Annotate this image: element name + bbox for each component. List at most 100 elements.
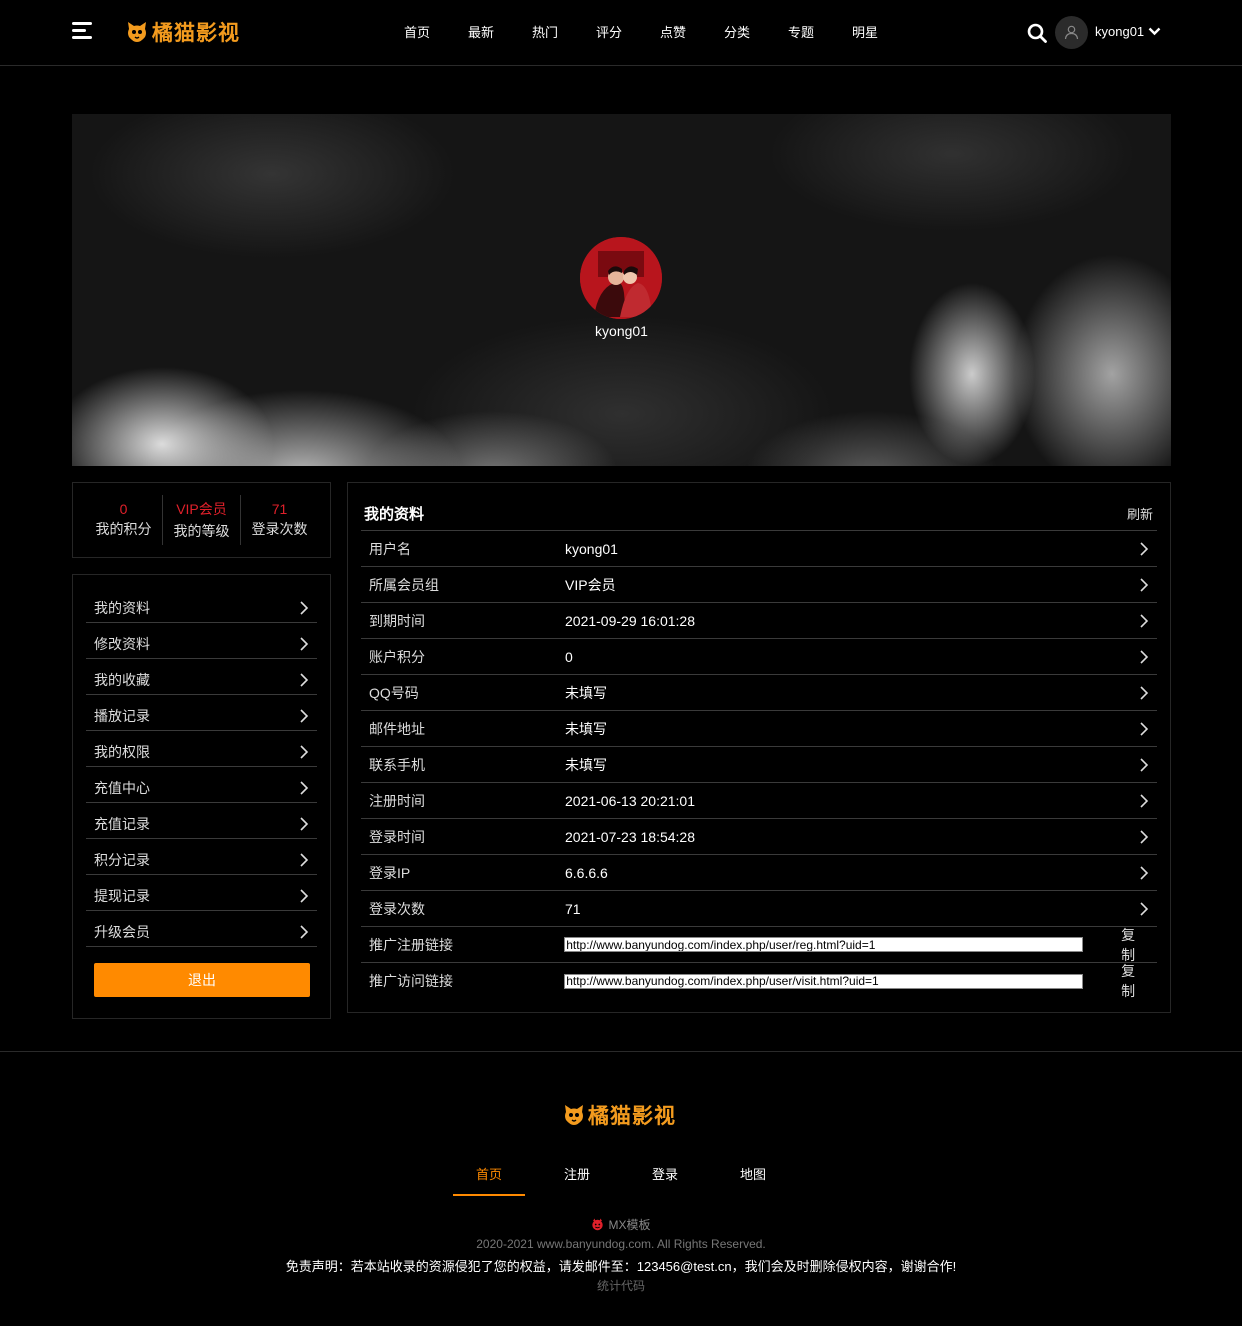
avatar-photo-icon xyxy=(580,237,662,319)
sidebar-item-recharge-history[interactable]: 充值记录 xyxy=(86,803,317,839)
sidebar-item-permissions[interactable]: 我的权限 xyxy=(86,731,317,767)
devil-icon xyxy=(592,1218,604,1231)
sidebar-item-withdraw-history[interactable]: 提现记录 xyxy=(86,875,317,911)
visit-link-field[interactable] xyxy=(564,973,1084,989)
logo-text: 橘猫影视 xyxy=(152,20,240,45)
sidebar-item-label: 提现记录 xyxy=(94,887,150,904)
reg-link-field[interactable] xyxy=(564,937,1084,952)
chevron-right-icon xyxy=(1140,829,1149,844)
top-header: 橘猫影视 首页 最新 热门 评分 点赞 分类 专题 明星 kyong01 xyxy=(0,0,1242,66)
chevron-right-icon xyxy=(300,672,309,687)
footer-copyright: 2020-2021 www.banyundog.com. All Rights … xyxy=(476,1237,766,1251)
row-label: 推广访问链接 xyxy=(369,973,453,989)
profile-row-reg-link: 推广注册链接 复制 xyxy=(361,927,1157,963)
footer-link-register[interactable]: 注册 xyxy=(541,1158,613,1196)
copy-reg-link-button[interactable]: 复制 xyxy=(1121,925,1149,965)
nav-item-stars[interactable]: 明星 xyxy=(833,0,897,66)
footer-brand[interactable]: MX模板 xyxy=(0,1216,1242,1233)
chevron-right-icon xyxy=(1140,793,1149,808)
row-value: kyong01 xyxy=(565,540,618,557)
disclaimer-text: ，我们会及时删除侵权内容，谢谢合作! xyxy=(731,1259,957,1274)
logout-button[interactable]: 退出 xyxy=(94,963,310,997)
refresh-link[interactable]: 刷新 xyxy=(1127,504,1153,523)
sidebar-item-label: 播放记录 xyxy=(94,707,150,724)
row-value: 未填写 xyxy=(565,756,607,773)
nav-item-latest[interactable]: 最新 xyxy=(449,0,513,66)
sidebar: 我的资料 修改资料 我的收藏 播放记录 我的权限 充值中心 充值记录 积分记录 … xyxy=(72,574,331,1019)
sidebar-item-points-history[interactable]: 积分记录 xyxy=(86,839,317,875)
row-label: 所属会员组 xyxy=(369,576,439,593)
nav-item-topics[interactable]: 专题 xyxy=(769,0,833,66)
main-nav: 首页 最新 热门 评分 点赞 分类 专题 明星 xyxy=(385,0,897,66)
row-label: QQ号码 xyxy=(369,684,419,701)
row-value: 6.6.6.6 xyxy=(565,864,608,881)
site-footer: 橘猫影视 首页 注册 登录 地图 MX模板 2020-2021 www.bany… xyxy=(0,1051,1242,1326)
disclaimer-email[interactable]: 123456@test.cn xyxy=(637,1259,732,1274)
sidebar-item-play-history[interactable]: 播放记录 xyxy=(86,695,317,731)
site-logo[interactable]: 橘猫影视 xyxy=(126,16,240,48)
chevron-right-icon xyxy=(300,708,309,723)
profile-row-login-ip[interactable]: 登录IP 6.6.6.6 xyxy=(361,855,1157,891)
menu-icon[interactable] xyxy=(72,22,92,42)
logo-text: 橘猫影视 xyxy=(588,1103,676,1128)
row-value: 0 xyxy=(565,648,573,665)
profile-row-expiry[interactable]: 到期时间 2021-09-29 16:01:28 xyxy=(361,603,1157,639)
profile-row-login-time[interactable]: 登录时间 2021-07-23 18:54:28 xyxy=(361,819,1157,855)
sidebar-item-profile[interactable]: 我的资料 xyxy=(86,587,317,623)
user-menu[interactable]: kyong01 xyxy=(1095,24,1161,39)
profile-row-phone[interactable]: 联系手机 未填写 xyxy=(361,747,1157,783)
profile-row-email[interactable]: 邮件地址 未填写 xyxy=(361,711,1157,747)
profile-row-member-group[interactable]: 所属会员组 VIP会员 xyxy=(361,567,1157,603)
sidebar-item-label: 我的权限 xyxy=(94,743,150,760)
row-label: 邮件地址 xyxy=(369,720,425,737)
sidebar-item-label: 我的收藏 xyxy=(94,671,150,688)
header-username: kyong01 xyxy=(1095,24,1145,39)
row-label: 联系手机 xyxy=(369,756,425,773)
sidebar-item-label: 升级会员 xyxy=(94,923,150,940)
profile-row-register-time[interactable]: 注册时间 2021-06-13 20:21:01 xyxy=(361,783,1157,819)
row-value: 2021-06-13 20:21:01 xyxy=(565,792,695,809)
chevron-right-icon xyxy=(1140,757,1149,772)
sidebar-item-recharge-center[interactable]: 充值中心 xyxy=(86,767,317,803)
cat-logo-icon xyxy=(565,1105,583,1125)
profile-row-username[interactable]: 用户名 kyong01 xyxy=(361,531,1157,567)
sidebar-item-upgrade[interactable]: 升级会员 xyxy=(86,911,317,947)
nav-item-hot[interactable]: 热门 xyxy=(513,0,577,66)
profile-row-qq[interactable]: QQ号码 未填写 xyxy=(361,675,1157,711)
profile-row-points[interactable]: 账户积分 0 xyxy=(361,639,1157,675)
copy-visit-link-button[interactable]: 复制 xyxy=(1121,961,1149,1001)
profile-row-login-count[interactable]: 登录次数 71 xyxy=(361,891,1157,927)
row-value: 71 xyxy=(565,900,581,917)
nav-item-categories[interactable]: 分类 xyxy=(705,0,769,66)
sidebar-item-edit-profile[interactable]: 修改资料 xyxy=(86,623,317,659)
chevron-right-icon xyxy=(300,600,309,615)
search-icon[interactable] xyxy=(1027,23,1047,43)
row-value: 未填写 xyxy=(565,720,607,737)
nav-item-home[interactable]: 首页 xyxy=(385,0,449,66)
chevron-right-icon xyxy=(300,924,309,939)
nav-item-rating[interactable]: 评分 xyxy=(577,0,641,66)
nav-item-likes[interactable]: 点赞 xyxy=(641,0,705,66)
chevron-down-icon xyxy=(1148,27,1161,36)
footer-link-home[interactable]: 首页 xyxy=(453,1158,525,1196)
disclaimer-text: 免责声明：若本站收录的资源侵犯了您的权益，请发邮件至： xyxy=(285,1259,637,1274)
footer-logo[interactable]: 橘猫影视 xyxy=(563,1100,676,1130)
row-label: 推广注册链接 xyxy=(369,936,453,953)
row-label: 登录时间 xyxy=(369,828,425,845)
cat-logo-icon xyxy=(128,22,146,42)
chevron-right-icon xyxy=(1140,541,1149,556)
profile-banner: kyong01 xyxy=(72,114,1171,466)
stat-logins: 71 登录次数 xyxy=(240,495,318,545)
profile-row-visit-link: 推广访问链接 复制 xyxy=(361,963,1157,999)
sidebar-item-label: 积分记录 xyxy=(94,851,150,868)
row-label: 注册时间 xyxy=(369,792,425,809)
chevron-right-icon xyxy=(1140,577,1149,592)
footer-link-sitemap[interactable]: 地图 xyxy=(717,1158,789,1196)
chevron-right-icon xyxy=(300,816,309,831)
chevron-right-icon xyxy=(300,636,309,651)
avatar[interactable] xyxy=(1055,16,1088,49)
row-label: 到期时间 xyxy=(369,612,425,629)
footer-link-login[interactable]: 登录 xyxy=(629,1158,701,1196)
sidebar-item-favorites[interactable]: 我的收藏 xyxy=(86,659,317,695)
chevron-right-icon xyxy=(1140,685,1149,700)
